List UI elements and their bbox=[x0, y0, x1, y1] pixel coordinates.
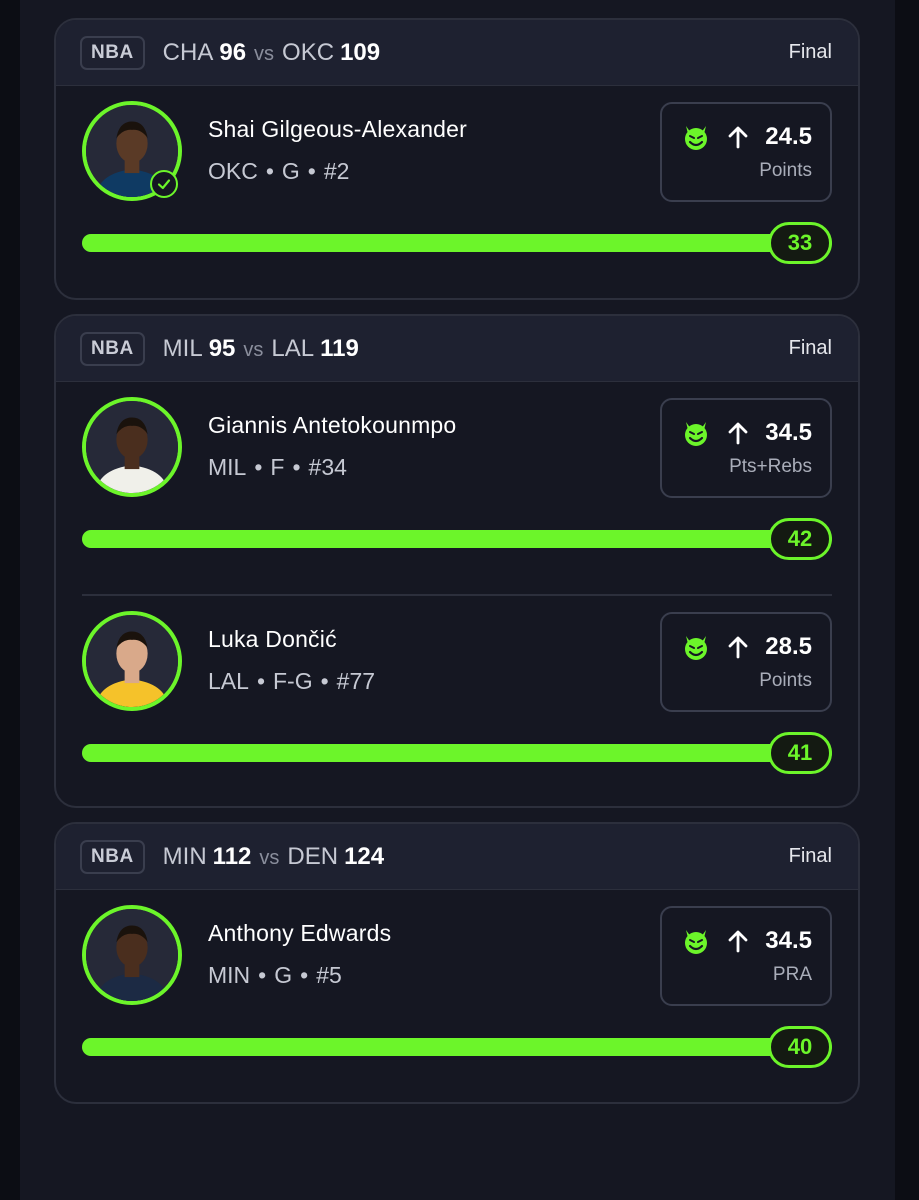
player-meta: LAL • F-G • #77 bbox=[208, 668, 376, 694]
devil-emoji-icon bbox=[685, 126, 708, 150]
game-header: NBA MIN 112 vs DEN 124 Final bbox=[56, 824, 858, 890]
player-meta: MIN • G • #5 bbox=[208, 962, 342, 988]
avatar[interactable] bbox=[82, 397, 182, 497]
vs-label: vs bbox=[259, 846, 280, 869]
check-circle-icon bbox=[150, 170, 178, 198]
league-badge: NBA bbox=[80, 35, 145, 70]
stat-type: Points bbox=[759, 160, 812, 181]
league-badge: NBA bbox=[80, 331, 145, 366]
home-score: 119 bbox=[320, 334, 359, 362]
home-score: 124 bbox=[344, 842, 385, 870]
pick-box[interactable]: 24.5 Points bbox=[660, 102, 832, 202]
away-score: 95 bbox=[208, 334, 236, 362]
avatar[interactable] bbox=[82, 905, 182, 1005]
game-header: NBA CHA 96 vs OKC 109 Final bbox=[56, 20, 858, 86]
player-team: MIN bbox=[208, 962, 251, 988]
matchup: MIN 112 vs DEN 124 bbox=[163, 843, 384, 871]
player-headshot bbox=[86, 615, 178, 707]
player-team: OKC bbox=[208, 158, 258, 184]
player-team: MIL bbox=[208, 454, 247, 480]
arrow-up-icon bbox=[728, 930, 748, 953]
arrow-up-icon bbox=[728, 422, 748, 445]
avatar[interactable] bbox=[82, 611, 182, 711]
player-number: #34 bbox=[308, 454, 347, 480]
home-score: 109 bbox=[340, 38, 381, 66]
vs-label: vs bbox=[243, 338, 264, 361]
player-number: #2 bbox=[323, 158, 350, 184]
player-meta: OKC • G • #2 bbox=[208, 158, 350, 184]
away-score: 112 bbox=[212, 842, 252, 870]
home-team: DEN bbox=[287, 842, 339, 870]
devil-emoji-icon bbox=[685, 930, 708, 954]
game-status: Final bbox=[788, 845, 832, 867]
progress-fill bbox=[82, 1038, 832, 1056]
result-badge: 40 bbox=[768, 1026, 832, 1068]
game-status: Final bbox=[788, 41, 832, 63]
pick-box[interactable]: 34.5 Pts+Rebs bbox=[660, 398, 832, 498]
pick-box[interactable]: 34.5 PRA bbox=[660, 906, 832, 1006]
player-pick-row[interactable]: Giannis Antetokounmpo MIL • F • #34 34.5… bbox=[56, 382, 858, 594]
player-number: #77 bbox=[336, 668, 376, 694]
matchup: CHA 96 vs OKC 109 bbox=[163, 39, 380, 67]
progress-bar bbox=[82, 744, 832, 762]
progress-bar bbox=[82, 1038, 832, 1056]
game-card[interactable]: NBA MIL 95 vs LAL 119 Final Giannis Ante… bbox=[54, 314, 860, 808]
player-name[interactable]: Anthony Edwards bbox=[208, 920, 391, 947]
player-name[interactable]: Shai Gilgeous-Alexander bbox=[208, 116, 467, 143]
stat-type: Points bbox=[759, 670, 812, 691]
result-badge: 42 bbox=[768, 518, 832, 560]
prop-line: 34.5 bbox=[765, 419, 812, 446]
progress-fill bbox=[82, 530, 832, 548]
prop-line: 24.5 bbox=[765, 123, 812, 150]
player-headshot bbox=[86, 401, 178, 493]
player-number: #5 bbox=[316, 962, 342, 988]
result-badge: 41 bbox=[768, 732, 832, 774]
player-position: F-G bbox=[273, 668, 313, 694]
devil-emoji-icon bbox=[685, 636, 708, 660]
progress-bar bbox=[82, 234, 832, 252]
away-team: MIN bbox=[162, 842, 207, 870]
player-name[interactable]: Giannis Antetokounmpo bbox=[208, 412, 456, 439]
stat-type: PRA bbox=[772, 964, 812, 985]
player-name[interactable]: Luka Dončić bbox=[208, 626, 337, 653]
progress-bar bbox=[82, 530, 832, 548]
devil-emoji-icon bbox=[685, 422, 708, 446]
away-team: CHA bbox=[162, 38, 214, 66]
player-pick-row[interactable]: Anthony Edwards MIN • G • #5 34.5 PRA 40 bbox=[56, 890, 858, 1102]
player-position: G bbox=[281, 158, 300, 184]
vs-label: vs bbox=[254, 42, 275, 65]
away-team: MIL bbox=[162, 334, 203, 362]
prop-line: 28.5 bbox=[765, 633, 812, 660]
game-card[interactable]: NBA MIN 112 vs DEN 124 Final Anthony Edw… bbox=[54, 822, 860, 1104]
player-pick-row[interactable]: Shai Gilgeous-Alexander OKC • G • #2 24.… bbox=[56, 86, 858, 298]
arrow-up-icon bbox=[728, 636, 748, 659]
player-position: F bbox=[270, 454, 285, 480]
home-team: LAL bbox=[271, 334, 315, 362]
pick-box[interactable]: 28.5 Points bbox=[660, 612, 832, 712]
arrow-up-icon bbox=[728, 126, 748, 149]
stat-type: Pts+Rebs bbox=[729, 456, 812, 477]
player-headshot bbox=[86, 909, 178, 1001]
result-badge: 33 bbox=[768, 222, 832, 264]
home-team: OKC bbox=[282, 38, 335, 66]
prop-line: 34.5 bbox=[765, 927, 812, 954]
player-meta: MIL • F • #34 bbox=[208, 454, 347, 480]
progress-fill bbox=[82, 234, 832, 252]
game-card[interactable]: NBA CHA 96 vs OKC 109 Final Shai Gilgeou… bbox=[54, 18, 860, 300]
player-pick-row[interactable]: Luka Dončić LAL • F-G • #77 28.5 Points bbox=[82, 594, 832, 806]
matchup: MIL 95 vs LAL 119 bbox=[163, 335, 359, 363]
player-position: G bbox=[274, 962, 293, 988]
game-header: NBA MIL 95 vs LAL 119 Final bbox=[56, 316, 858, 382]
player-team: LAL bbox=[208, 668, 249, 694]
progress-fill bbox=[82, 744, 832, 762]
game-status: Final bbox=[788, 337, 832, 359]
away-score: 96 bbox=[219, 38, 247, 66]
league-badge: NBA bbox=[80, 839, 145, 874]
